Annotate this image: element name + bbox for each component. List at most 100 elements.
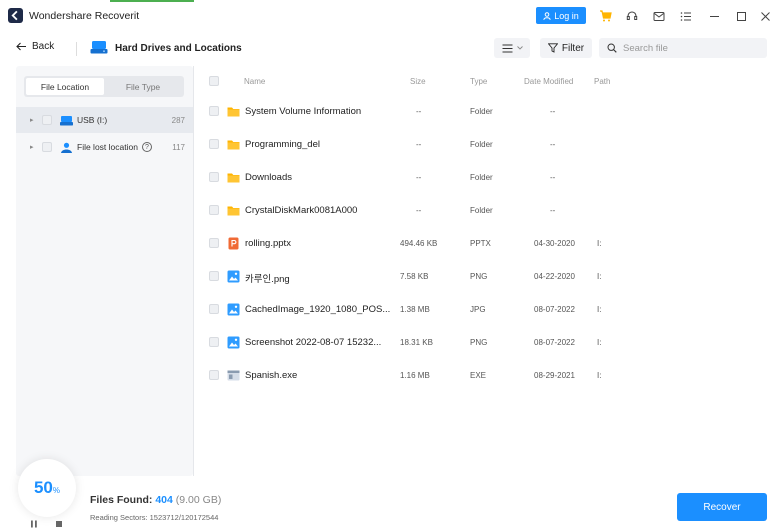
expand-caret-icon[interactable]: ▸ xyxy=(30,143,36,151)
file-date-modified: -- xyxy=(550,173,556,182)
file-date-modified: -- xyxy=(550,206,556,215)
progress-indicator: 50 % xyxy=(18,459,76,517)
select-all-checkbox[interactable] xyxy=(209,76,219,86)
back-label: Back xyxy=(32,41,55,52)
menu-list-icon[interactable] xyxy=(678,8,694,24)
row-checkbox[interactable] xyxy=(209,172,219,182)
hard-drive-icon xyxy=(90,41,108,54)
table-row[interactable]: Screenshot 2022-08-07 15232... 18.31 KB PN… xyxy=(194,327,773,360)
file-size: 18.31 KB xyxy=(400,338,433,347)
file-type: EXE xyxy=(470,371,487,380)
row-checkbox[interactable] xyxy=(209,106,219,116)
row-checkbox[interactable] xyxy=(209,139,219,149)
column-header-size[interactable]: Size xyxy=(410,77,426,86)
login-button[interactable]: Log in xyxy=(536,7,586,24)
file-name: CachedImage_1920_1080_POS... xyxy=(245,304,391,315)
file-type: PNG xyxy=(470,272,488,281)
checkbox[interactable] xyxy=(42,115,52,125)
row-checkbox[interactable] xyxy=(209,337,219,347)
file-path: I: xyxy=(597,239,602,248)
row-checkbox[interactable] xyxy=(209,238,219,248)
file-path: I: xyxy=(597,272,602,281)
mail-icon[interactable] xyxy=(651,8,667,24)
file-size: 1.16 MB xyxy=(400,371,430,380)
table-row[interactable]: Spanish.exe 1.16 MB EXE 08-29-2021 I: xyxy=(194,360,773,393)
user-location-icon xyxy=(61,142,72,153)
back-button[interactable]: Back xyxy=(16,41,54,52)
file-size: 1.38 MB xyxy=(400,305,430,314)
file-size: -- xyxy=(416,206,422,215)
location-title: Hard Drives and Locations xyxy=(115,43,242,54)
table-row[interactable]: Downloads -- Folder -- xyxy=(194,162,773,195)
row-checkbox[interactable] xyxy=(209,205,219,215)
toolbar: Back Hard Drives and Locations Filter xyxy=(0,32,773,66)
login-label: Log in xyxy=(554,10,579,21)
user-icon xyxy=(543,11,551,20)
file-name: Downloads xyxy=(245,172,292,183)
tab-file-type[interactable]: File Type xyxy=(104,78,182,95)
close-icon[interactable] xyxy=(757,8,773,24)
file-path: I: xyxy=(597,371,602,380)
pause-icon[interactable] xyxy=(30,520,38,530)
folder-icon xyxy=(227,138,240,151)
table-row[interactable]: CachedImage_1920_1080_POS... 1.38 MB JPG 08… xyxy=(194,294,773,327)
arrow-left-icon xyxy=(16,42,26,51)
filter-icon xyxy=(547,43,558,53)
row-checkbox[interactable] xyxy=(209,370,219,380)
files-found-label: Files Found: xyxy=(90,494,153,506)
table-row[interactable]: System Volume Information -- Folder -- xyxy=(194,96,773,129)
column-header-date-modified[interactable]: Date Modified xyxy=(524,77,573,86)
file-type: PNG xyxy=(470,338,488,347)
column-header-path[interactable]: Path xyxy=(594,77,610,86)
cart-icon[interactable] xyxy=(597,8,613,24)
file-date-modified: -- xyxy=(550,140,556,149)
view-mode-button[interactable] xyxy=(494,38,530,58)
filter-button[interactable]: Filter xyxy=(540,38,592,58)
sidebar-item-label: USB (I:) xyxy=(77,115,108,125)
sidebar-item-label: File lost location xyxy=(77,142,138,152)
file-type: JPG xyxy=(470,305,486,314)
file-type: PPTX xyxy=(470,239,491,248)
file-date-modified: 04-30-2020 xyxy=(534,239,575,248)
help-circle-icon[interactable]: ? xyxy=(141,142,152,152)
folder-icon xyxy=(227,105,240,118)
sidebar-item-count: 117 xyxy=(172,142,185,152)
image-icon xyxy=(227,303,240,316)
column-header-name[interactable]: Name xyxy=(244,77,265,86)
table-row[interactable]: 카루인.png 7.58 KB PNG 04-22-2020 I: xyxy=(194,261,773,294)
file-date-modified: 08-07-2022 xyxy=(534,338,575,347)
headset-support-icon[interactable] xyxy=(624,8,640,24)
search-input[interactable] xyxy=(623,42,753,54)
table-row[interactable]: CrystalDiskMark0081A000 -- Folder -- xyxy=(194,195,773,228)
sidebar: File Location File Type ▸ USB (I:) 287 ▸… xyxy=(16,66,193,476)
progress-unit: % xyxy=(52,486,61,495)
file-name: System Volume Information xyxy=(245,106,362,117)
row-checkbox[interactable] xyxy=(209,304,219,314)
row-checkbox[interactable] xyxy=(209,271,219,281)
files-found-size: (9.00 GB) xyxy=(175,494,222,506)
reading-sectors: Reading Sectors: 1523712/120172544 xyxy=(90,513,219,522)
toolbar-divider xyxy=(76,42,77,56)
sidebar-item-usb[interactable]: ▸ USB (I:) 287 xyxy=(16,107,193,133)
sidebar-item-file-lost-location[interactable]: ▸ File lost location ? 117 xyxy=(16,134,193,160)
stop-icon[interactable] xyxy=(55,520,63,530)
image-icon xyxy=(227,336,240,349)
file-name: Screenshot 2022-08-07 15232... xyxy=(245,337,382,348)
expand-caret-icon[interactable]: ▸ xyxy=(30,116,36,124)
sidebar-tabs: File Location File Type xyxy=(24,76,184,97)
search-box[interactable] xyxy=(599,38,767,58)
table-row[interactable]: rolling.pptx 494.46 KB PPTX 04-30-2020 I: xyxy=(194,228,773,261)
minimize-icon[interactable] xyxy=(706,8,722,24)
file-type: Folder xyxy=(470,140,493,149)
status-bar: 50 % Files Found: 404 (9.00 GB) Reading … xyxy=(0,459,773,531)
file-date-modified: 04-22-2020 xyxy=(534,272,575,281)
column-header-type[interactable]: Type xyxy=(470,77,487,86)
filter-label: Filter xyxy=(561,42,585,54)
folder-icon xyxy=(227,171,240,184)
maximize-icon[interactable] xyxy=(733,8,749,24)
table-row[interactable]: Programming_del -- Folder -- xyxy=(194,129,773,162)
tab-file-location[interactable]: File Location xyxy=(26,78,104,95)
recover-button[interactable]: Recover xyxy=(677,493,767,521)
progress-percent: 50 xyxy=(33,478,53,497)
checkbox[interactable] xyxy=(42,142,52,152)
